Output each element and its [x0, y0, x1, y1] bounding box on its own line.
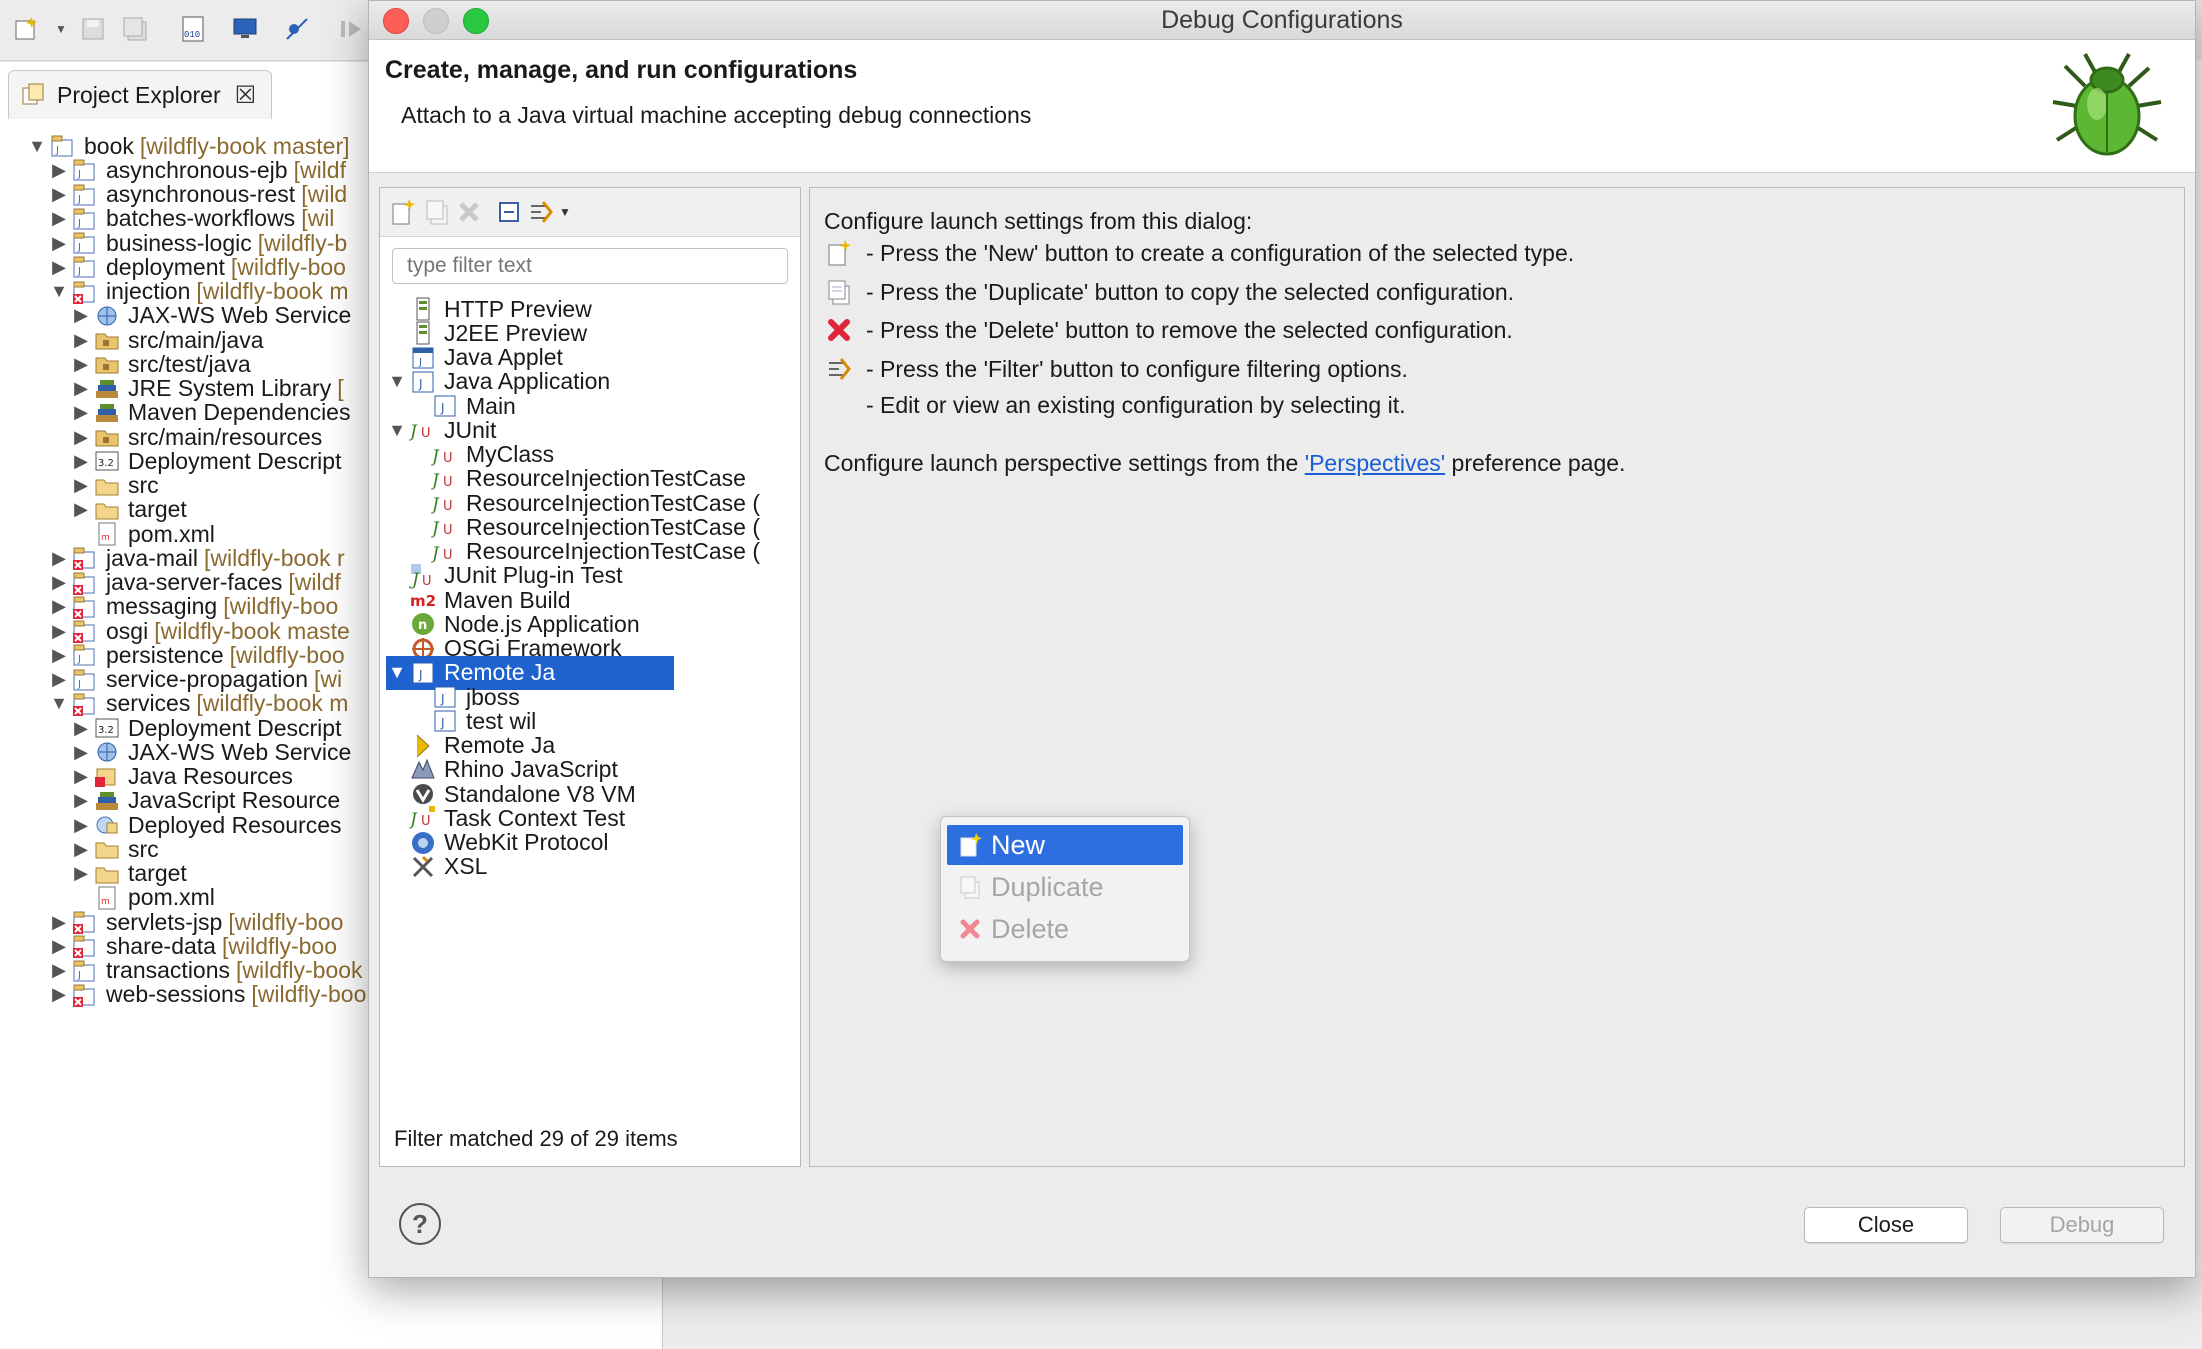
binary-icon[interactable]: 010	[176, 12, 210, 46]
dialog-banner: Create, manage, and run configurations A…	[369, 40, 2195, 173]
expanded-arrow-icon[interactable]: ▼	[48, 281, 70, 302]
debug-bug-icon	[2052, 53, 2162, 156]
perspective-suffix: preference page.	[1451, 450, 1626, 476]
config-tree-item[interactable]: XSL	[386, 850, 487, 884]
menu-item-new[interactable]: New	[947, 825, 1183, 865]
config-toolbar: ▼	[380, 188, 800, 237]
help-button[interactable]: ?	[399, 1203, 441, 1245]
info-delete-text: - Press the 'Delete' button to remove th…	[866, 316, 1513, 343]
dropdown-arrow-icon[interactable]: ▼	[44, 12, 78, 46]
menu-item-new-label: New	[991, 829, 1046, 860]
info-new: - Press the 'New' button to create a con…	[824, 238, 1574, 268]
info-filter-text: - Press the 'Filter' button to configure…	[866, 355, 1408, 382]
info-perspective: Configure launch perspective settings fr…	[824, 450, 1625, 477]
filter-icon	[824, 354, 854, 384]
delete-icon	[824, 315, 854, 345]
banner-heading: Create, manage, and run configurations	[385, 56, 858, 84]
info-filter: - Press the 'Filter' button to configure…	[824, 354, 1408, 384]
delete-icon	[955, 914, 985, 944]
menu-item-duplicate[interactable]: Duplicate	[947, 867, 1183, 907]
configuration-list-pane: ▼ HTTP PreviewJ2EE PreviewJJava Applet▼J…	[379, 187, 801, 1167]
bottom-panel-area	[663, 1270, 2202, 1349]
context-menu: New Duplicate Delete	[940, 816, 1190, 962]
new-config-icon	[824, 238, 854, 268]
close-button[interactable]: Close	[1804, 1207, 1968, 1243]
info-edit: - Edit or view an existing configuration…	[866, 392, 1406, 418]
debug-configurations-dialog: Debug Configurations Create, manage, and…	[368, 0, 2196, 1278]
menu-item-delete[interactable]: Delete	[947, 909, 1183, 949]
configuration-info-pane: Configure launch settings from this dial…	[809, 187, 2185, 1167]
main-toolbar: ▼ 010	[0, 0, 380, 61]
new-config-icon[interactable]	[386, 195, 420, 229]
perspectives-link[interactable]: 'Perspectives'	[1305, 450, 1445, 477]
window-title: Debug Configurations	[1161, 6, 1403, 34]
menu-item-delete-label: Delete	[991, 913, 1070, 944]
expanded-arrow-icon[interactable]: ▼	[48, 693, 70, 714]
perspective-prefix: Configure launch perspective settings fr…	[824, 450, 1299, 476]
filter-input[interactable]	[392, 248, 788, 284]
info-delete: - Press the 'Delete' button to remove th…	[824, 315, 1513, 345]
delete-config-icon[interactable]	[452, 195, 486, 229]
new-config-icon	[955, 830, 985, 860]
duplicate-config-icon[interactable]	[420, 195, 454, 229]
svg-text:010: 010	[184, 30, 200, 40]
info-duplicate: - Press the 'Duplicate' button to copy t…	[824, 277, 1514, 307]
project-explorer-icon	[19, 80, 49, 110]
collapse-all-icon[interactable]	[492, 195, 526, 229]
tab-label: Project Explorer	[57, 81, 221, 108]
tree-item-label: web-sessions	[106, 981, 246, 1008]
collapsed-arrow-icon[interactable]: ▶	[48, 984, 70, 1005]
duplicate-config-icon	[955, 872, 985, 902]
new-wizard-icon[interactable]	[10, 12, 44, 46]
duplicate-config-icon	[824, 277, 854, 307]
save-icon[interactable]	[76, 12, 110, 46]
banner-subheading: Attach to a Java virtual machine accepti…	[401, 102, 1032, 128]
filter-status: Filter matched 29 of 29 items	[394, 1126, 678, 1151]
title-bar: Debug Configurations	[369, 1, 2195, 40]
info-new-text: - Press the 'New' button to create a con…	[866, 239, 1575, 266]
filter-dropdown-icon[interactable]: ▼	[548, 195, 582, 229]
config-tree-item-label: XSL	[444, 853, 488, 880]
debug-button[interactable]: Debug	[2000, 1207, 2164, 1243]
run-icon[interactable]	[334, 12, 368, 46]
expanded-arrow-icon[interactable]: ▼	[26, 136, 48, 157]
projerr-icon	[70, 980, 100, 1010]
info-duplicate-text: - Press the 'Duplicate' button to copy t…	[866, 278, 1515, 305]
skip-breakpoints-icon[interactable]	[280, 12, 314, 46]
menu-item-duplicate-label: Duplicate	[991, 871, 1104, 902]
tab-project-explorer[interactable]: Project Explorer ☒	[8, 70, 272, 119]
info-intro: Configure launch settings from this dial…	[824, 208, 1253, 234]
monitor-icon[interactable]	[228, 12, 262, 46]
save-all-icon[interactable]	[118, 12, 152, 46]
close-icon[interactable]: ☒	[235, 81, 257, 110]
xsl-icon	[408, 852, 438, 882]
